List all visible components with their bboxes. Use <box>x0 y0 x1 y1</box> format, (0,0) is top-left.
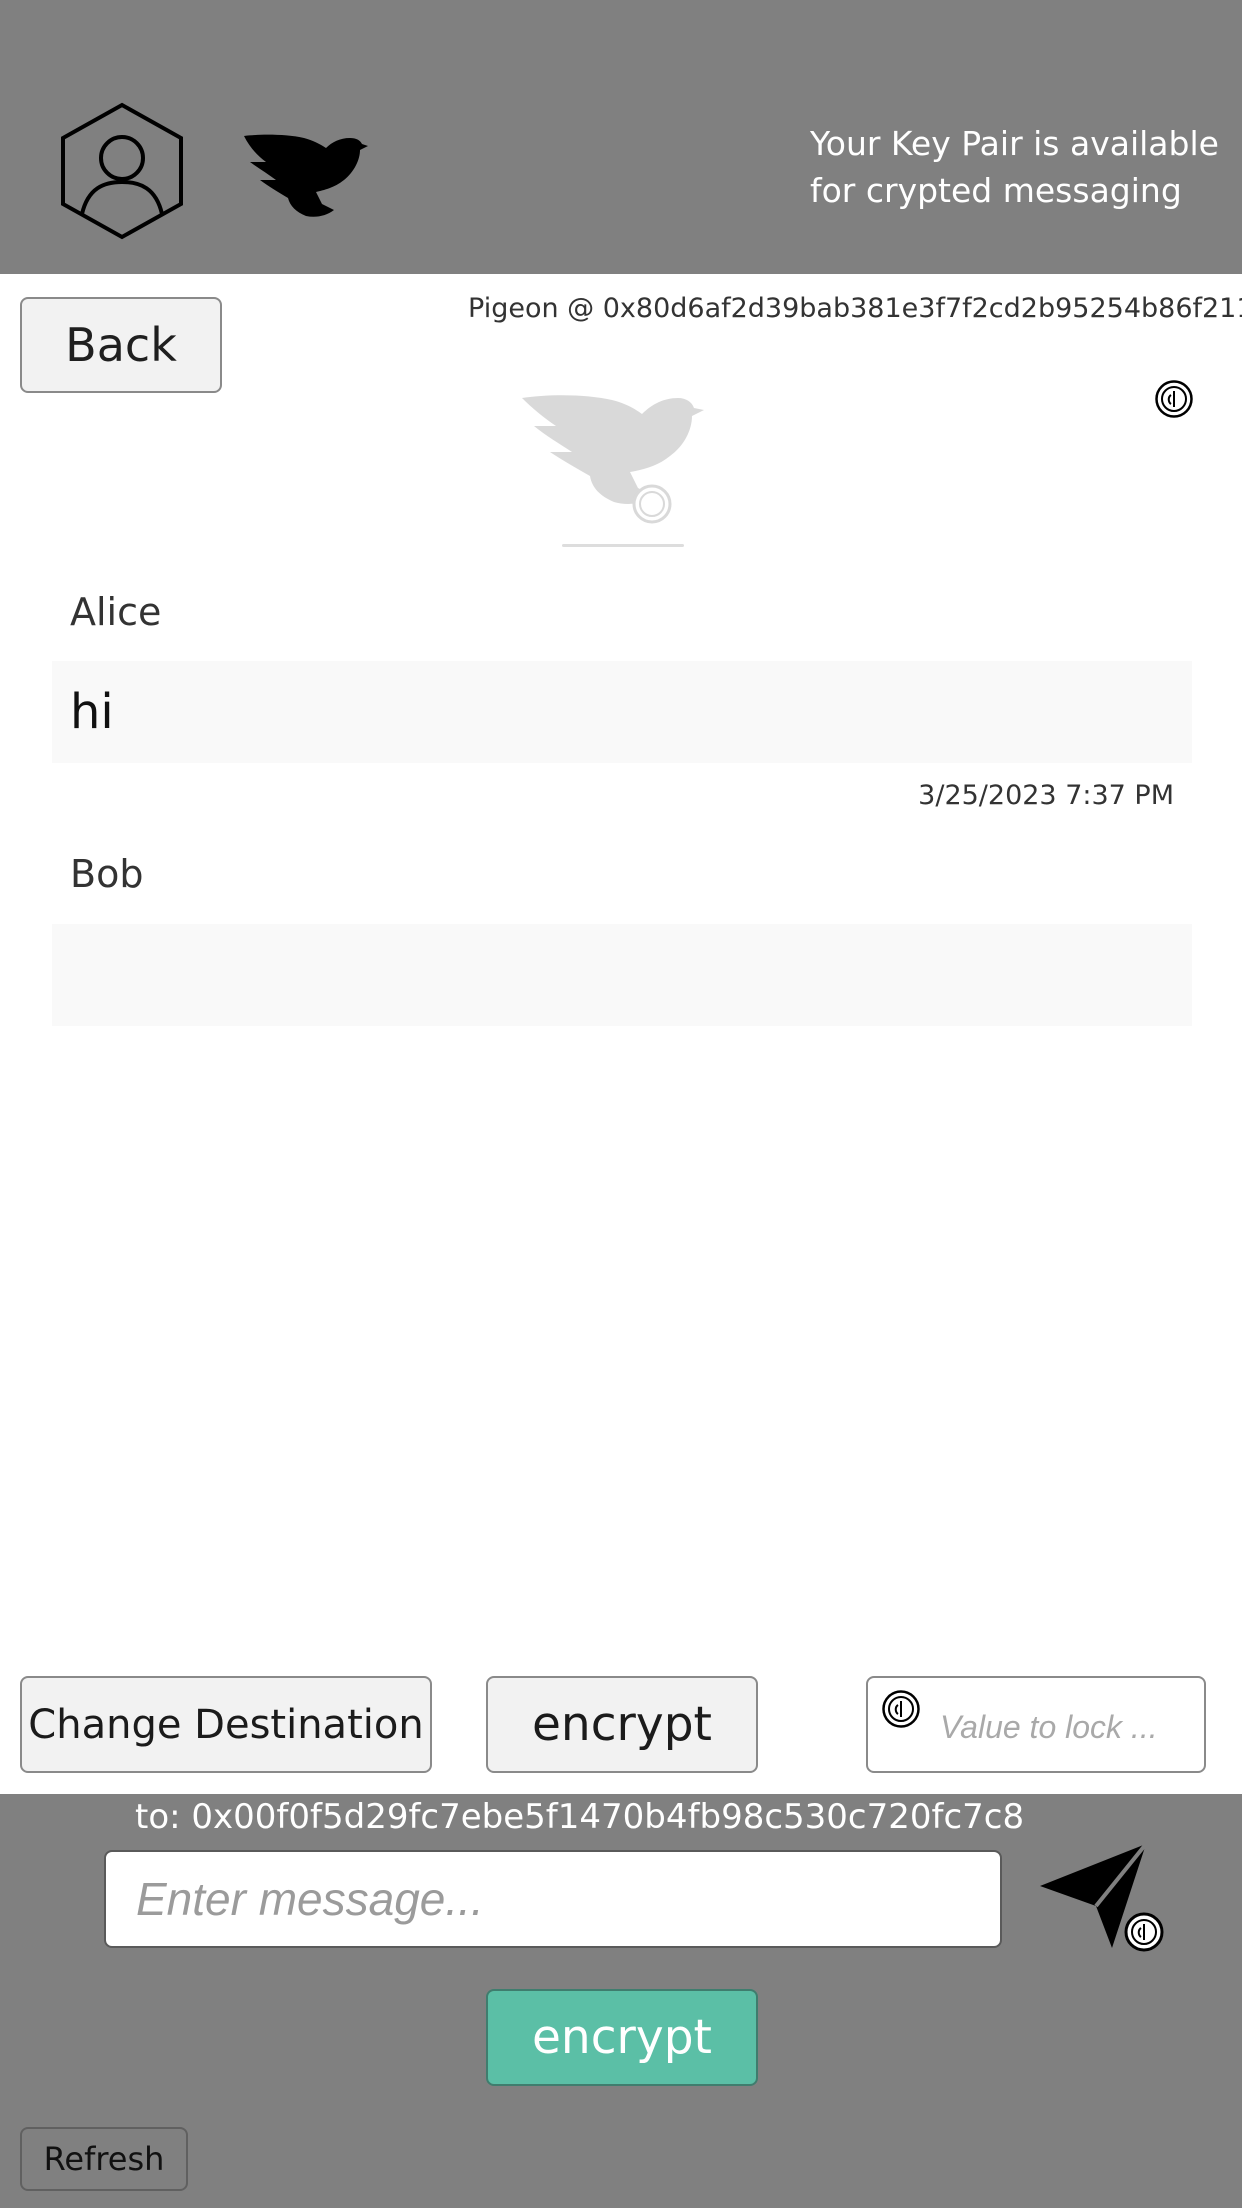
coin-icon <box>882 1690 920 1728</box>
change-destination-button[interactable]: Change Destination <box>20 1676 432 1773</box>
watermark-caption-icon <box>562 544 684 547</box>
message-body: hi <box>52 661 1192 763</box>
coin-icon <box>1155 380 1193 418</box>
paper-plane-icon <box>1040 1842 1164 1952</box>
destination-address: to: 0x00f0f5d29fc7ebe5f1470b4fb98c530c72… <box>135 1797 1025 1837</box>
message-timestamp: 3/25/2023 7:37 PM <box>918 780 1174 811</box>
refresh-button[interactable]: Refresh <box>20 2127 188 2191</box>
keypair-status: Your Key Pair is available for crypted m… <box>810 120 1230 214</box>
pigeon-address: Pigeon @ 0x80d6af2d39bab381e3f7f2cd2b952… <box>468 293 1242 324</box>
encrypt-button[interactable]: encrypt <box>486 1676 758 1773</box>
value-lock-input[interactable] <box>938 1698 1200 1756</box>
message-input[interactable] <box>104 1850 1002 1948</box>
keypair-status-line1: Your Key Pair is available <box>810 124 1219 163</box>
keypair-status-line2: for crypted messaging <box>810 171 1182 210</box>
encrypt-send-button[interactable]: encrypt <box>486 1989 758 2086</box>
message-sender: Alice <box>70 590 162 634</box>
send-button[interactable] <box>1038 1840 1168 1954</box>
pigeon-icon <box>244 134 368 217</box>
message-sender: Bob <box>70 852 144 896</box>
profile-button[interactable] <box>58 102 186 240</box>
message-body <box>52 924 1192 1026</box>
pigeon-watermark-icon <box>522 395 704 524</box>
user-hexagon-icon <box>61 102 183 240</box>
value-lock-field[interactable] <box>866 1676 1206 1773</box>
back-button[interactable]: Back <box>20 297 222 393</box>
